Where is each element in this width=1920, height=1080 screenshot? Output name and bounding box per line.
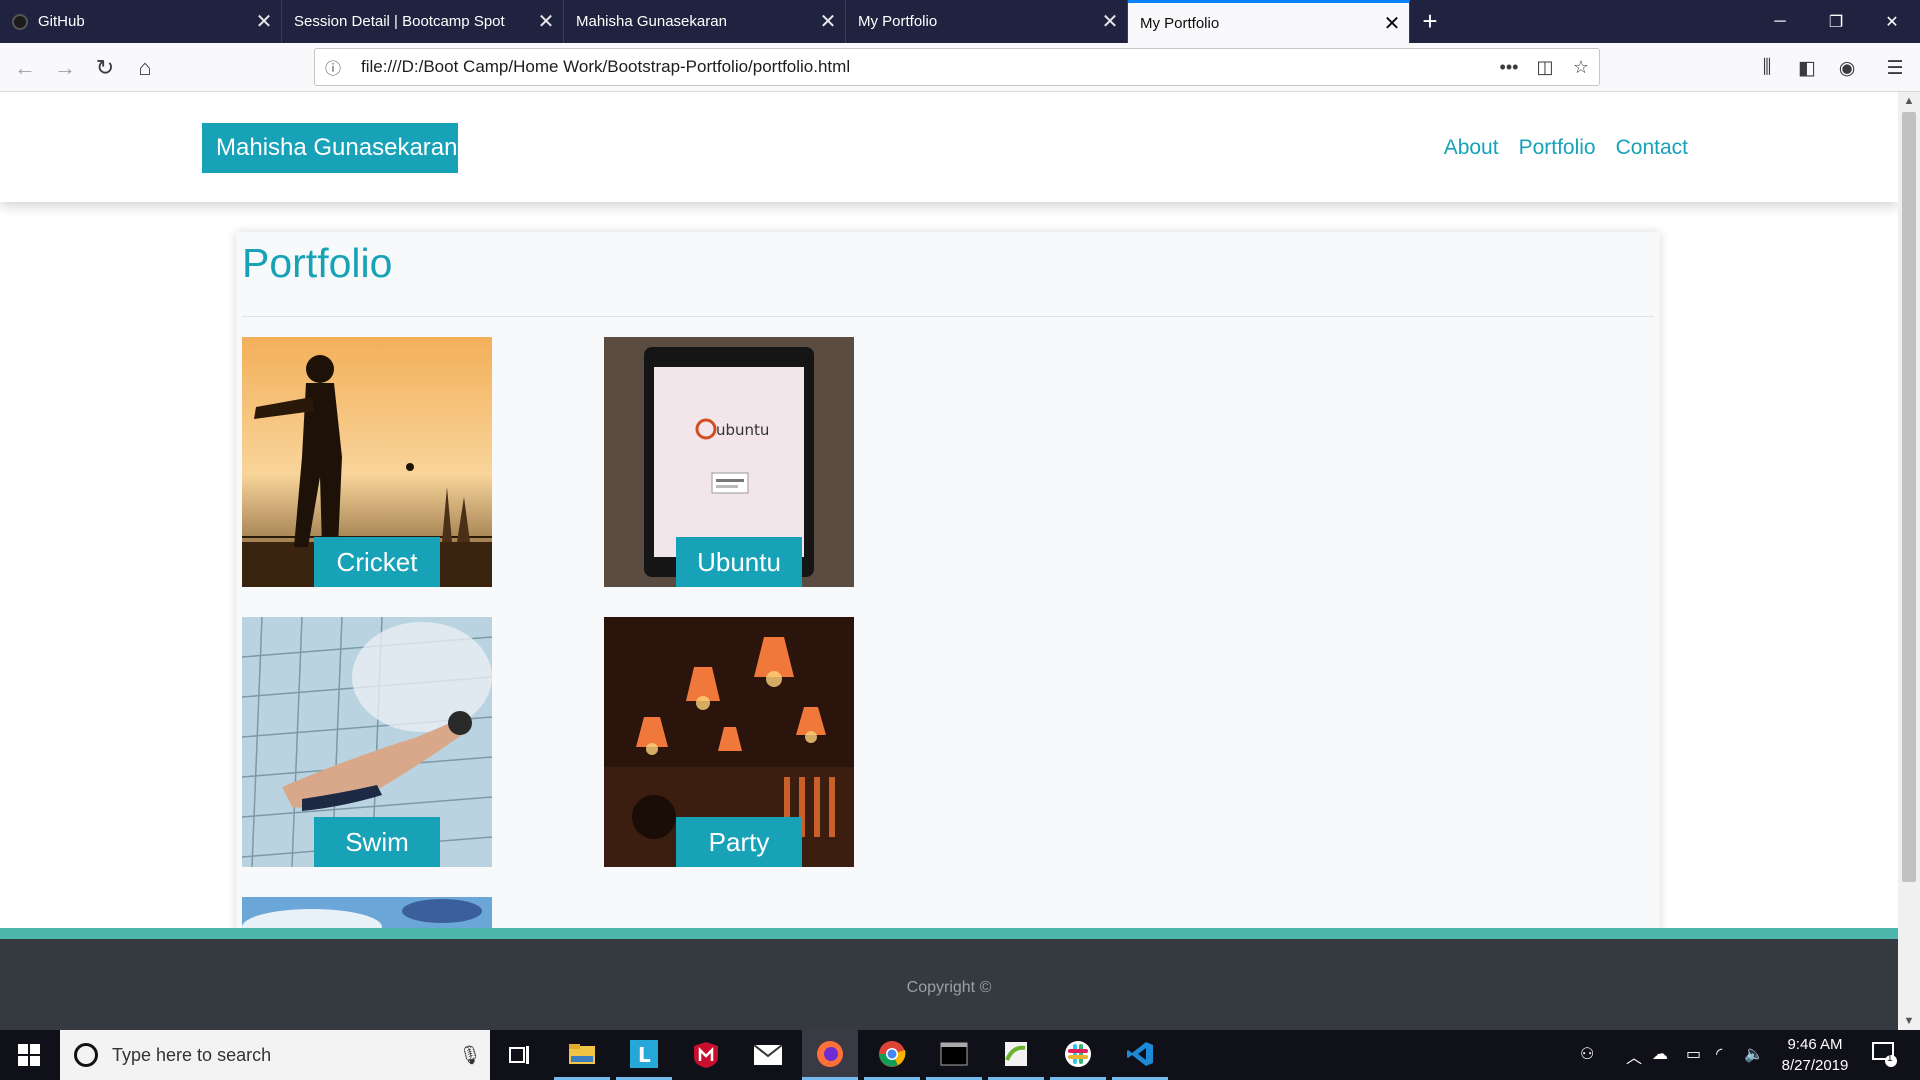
portfolio-caption: Cricket	[314, 537, 440, 587]
windows-taskbar: Type here to search 🎙 L ⚇ ︿ ☁ ▭ ◜ 🔈 9:46…	[0, 1030, 1920, 1080]
scroll-up-icon[interactable]: ▲	[1898, 92, 1920, 110]
site-nav: About Portfolio Contact	[1444, 136, 1688, 160]
info-icon[interactable]: ⓘ	[315, 55, 351, 79]
start-button[interactable]	[0, 1030, 58, 1080]
scroll-thumb[interactable]	[1902, 112, 1916, 882]
close-icon[interactable]: ✕	[1093, 9, 1127, 34]
tab-title: My Portfolio	[1140, 14, 1220, 32]
portfolio-item-cricket[interactable]: Cricket	[242, 337, 492, 587]
divider	[242, 316, 1654, 317]
action-center-icon[interactable]: 1	[1872, 1040, 1898, 1073]
mail-icon[interactable]	[740, 1030, 796, 1080]
pocket-icon[interactable]: ◫	[1527, 57, 1563, 78]
slack-icon[interactable]	[1050, 1030, 1106, 1080]
back-icon[interactable]: ←	[8, 51, 42, 85]
windows-logo-icon	[18, 1044, 40, 1066]
notification-count: 1	[1887, 1053, 1893, 1064]
tab-my-portfolio-active[interactable]: My Portfolio ✕	[1128, 0, 1410, 43]
bookmark-star-icon[interactable]: ☆	[1563, 57, 1599, 78]
github-icon	[12, 13, 28, 30]
clock-time: 9:46 AM	[1787, 1036, 1843, 1053]
svg-text:L: L	[638, 1043, 651, 1067]
l-app-icon[interactable]: L	[616, 1030, 672, 1080]
file-explorer-icon[interactable]	[554, 1030, 610, 1080]
search-placeholder: Type here to search	[112, 1044, 272, 1065]
tab-title: Mahisha Gunasekaran	[576, 13, 727, 30]
browser-tab-strip: GitHub ✕ Session Detail | Bootcamp Spot …	[0, 0, 1920, 43]
terminal-icon[interactable]	[926, 1030, 982, 1080]
tab-title: GitHub	[38, 13, 85, 30]
restore-icon[interactable]: ❐	[1808, 0, 1864, 43]
mcafee-icon[interactable]	[678, 1030, 734, 1080]
close-icon[interactable]: ✕	[529, 9, 563, 34]
window-close-icon[interactable]: ✕	[1864, 0, 1920, 43]
forward-icon[interactable]: →	[48, 51, 82, 85]
portfolio-caption: Party	[676, 817, 802, 867]
minimize-icon[interactable]: ─	[1752, 0, 1808, 43]
sidebar-icon[interactable]: ◧	[1792, 53, 1822, 83]
copyright-text: Copyright ©	[906, 979, 992, 996]
portfolio-item-ubuntu[interactable]: ubuntu Ubuntu	[604, 337, 854, 587]
address-bar[interactable]: ⓘ file:///D:/Boot Camp/Home Work/Bootstr…	[314, 48, 1600, 86]
close-icon[interactable]: ✕	[811, 9, 845, 34]
new-tab-button[interactable]: +	[1410, 0, 1450, 43]
notepad-plus-icon[interactable]	[988, 1030, 1044, 1080]
wifi-icon[interactable]: ◜	[1716, 1044, 1722, 1064]
home-icon[interactable]: ⌂	[128, 51, 162, 85]
svg-text:ubuntu: ubuntu	[716, 421, 769, 439]
tab-github[interactable]: GitHub ✕	[0, 0, 282, 43]
browser-toolbar: ← → ↻ ⌂ ⓘ file:///D:/Boot Camp/Home Work…	[0, 43, 1920, 92]
tab-title: Session Detail | Bootcamp Spot	[294, 13, 505, 30]
nav-portfolio[interactable]: Portfolio	[1519, 136, 1596, 160]
reload-icon[interactable]: ↻	[88, 51, 122, 85]
site-header: Mahisha Gunasekaran About Portfolio Cont…	[0, 92, 1898, 202]
close-icon[interactable]: ✕	[1375, 11, 1409, 36]
close-icon[interactable]: ✕	[247, 9, 281, 34]
portfolio-caption: Swim	[314, 817, 440, 867]
nav-contact[interactable]: Contact	[1616, 136, 1688, 160]
menu-icon[interactable]: ☰	[1880, 53, 1910, 83]
taskbar-clock[interactable]: 9:46 AM 8/27/2019	[1770, 1034, 1860, 1076]
vscode-icon[interactable]	[1112, 1030, 1168, 1080]
portfolio-item-swim[interactable]: Swim	[242, 617, 492, 867]
task-view-icon[interactable]	[492, 1030, 548, 1080]
portfolio-item-party[interactable]: Party	[604, 617, 854, 867]
tray-chevron-icon[interactable]: ︿	[1626, 1044, 1642, 1068]
volume-icon[interactable]: 🔈	[1744, 1044, 1764, 1064]
battery-icon[interactable]: ▭	[1686, 1044, 1701, 1064]
nav-about[interactable]: About	[1444, 136, 1499, 160]
portfolio-section: Portfolio Cricket ubuntu Ubuntu Swim Par…	[236, 232, 1660, 1030]
library-icon[interactable]: ⫼	[1752, 53, 1782, 83]
chrome-icon[interactable]	[864, 1030, 920, 1080]
portfolio-caption: Ubuntu	[676, 537, 802, 587]
scroll-down-icon[interactable]: ▼	[1898, 1012, 1920, 1030]
url-text[interactable]: file:///D:/Boot Camp/Home Work/Bootstrap…	[351, 57, 1491, 77]
tab-title: My Portfolio	[858, 13, 938, 30]
taskbar-search[interactable]: Type here to search 🎙	[60, 1030, 490, 1080]
tab-my-portfolio[interactable]: My Portfolio ✕	[846, 0, 1128, 43]
firefox-icon[interactable]	[802, 1030, 858, 1080]
site-footer: Copyright ©	[0, 928, 1898, 1030]
page-viewport: Mahisha Gunasekaran About Portfolio Cont…	[0, 92, 1898, 1030]
people-icon[interactable]: ⚇	[1580, 1044, 1594, 1064]
onedrive-icon[interactable]: ☁	[1652, 1044, 1668, 1064]
page-scrollbar[interactable]: ▲ ▼	[1898, 92, 1920, 1030]
microphone-icon[interactable]: 🎙	[450, 1045, 490, 1066]
tab-session-detail[interactable]: Session Detail | Bootcamp Spot ✕	[282, 0, 564, 43]
clock-date: 8/27/2019	[1781, 1057, 1849, 1074]
brand-logo[interactable]: Mahisha Gunasekaran	[202, 123, 458, 173]
page-title: Portfolio	[242, 240, 393, 286]
more-actions-icon[interactable]: •••	[1491, 57, 1527, 78]
account-icon[interactable]: ◉	[1832, 53, 1862, 83]
cortana-icon	[74, 1043, 98, 1067]
tab-mahisha[interactable]: Mahisha Gunasekaran ✕	[564, 0, 846, 43]
